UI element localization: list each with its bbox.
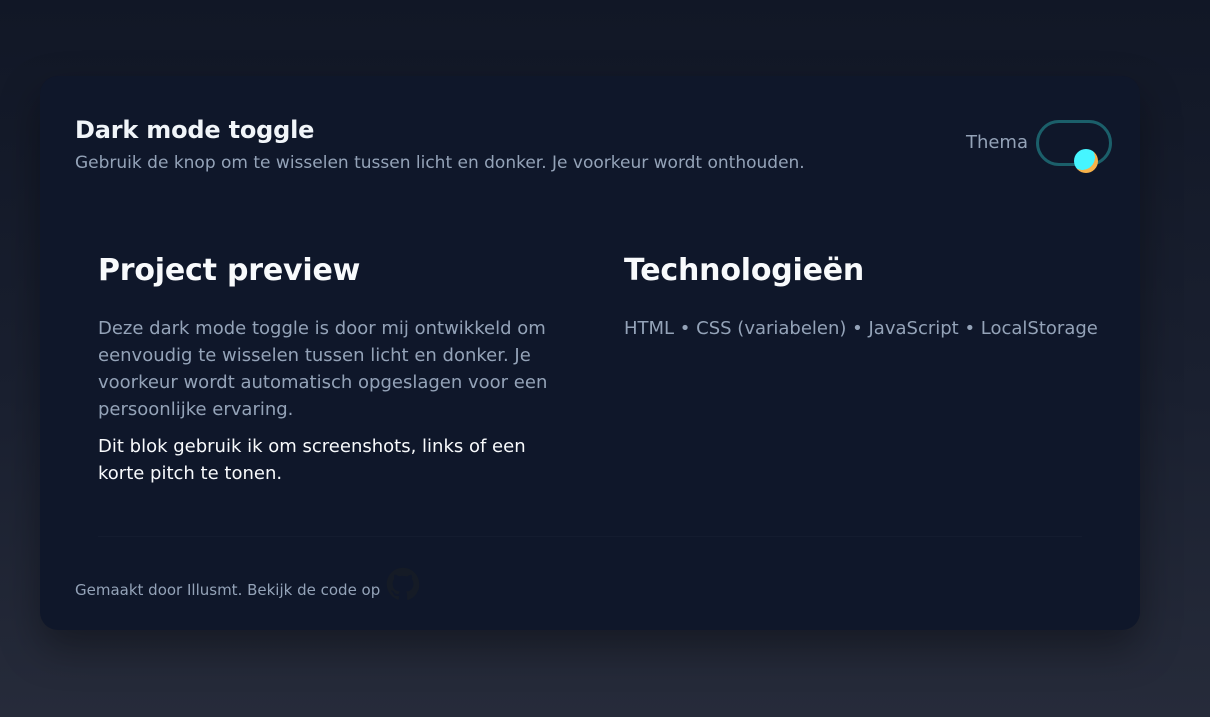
technologies-section: Technologieën HTML • CSS (variabelen) • …: [624, 226, 1108, 342]
github-icon: [386, 567, 420, 600]
theme-control: Thema: [965, 120, 1112, 173]
dark-mode-card: Dark mode toggle Gebruik de knop om te w…: [40, 76, 1140, 630]
theme-label: Thema: [965, 132, 1028, 153]
footer-divider: [98, 536, 1082, 537]
toggle-knob-icon: [1074, 149, 1098, 173]
page-subtitle: Gebruik de knop om te wisselen tussen li…: [75, 153, 805, 173]
technologies-list: HTML • CSS (variabelen) • JavaScript • L…: [624, 318, 1098, 339]
page-title: Dark mode toggle: [75, 116, 315, 144]
technologies-title: Technologieën: [624, 253, 865, 288]
github-link[interactable]: [386, 567, 420, 601]
project-preview-title: Project preview: [98, 253, 361, 288]
card-header: Dark mode toggle Gebruik de knop om te w…: [75, 116, 1112, 186]
project-description: Deze dark mode toggle is door mij ontwik…: [98, 318, 548, 420]
content-columns: Project preview Deze dark mode toggle is…: [98, 226, 1098, 538]
project-preview-section: Project preview Deze dark mode toggle is…: [98, 226, 568, 487]
card-footer: Gemaakt door Illusmt. Bekijk de code op: [75, 565, 420, 601]
footer-text: Gemaakt door Illusmt. Bekijk de code op: [75, 581, 381, 599]
theme-toggle-switch[interactable]: [1036, 120, 1112, 173]
project-note: Dit blok gebruik ik om screenshots, link…: [98, 436, 526, 484]
